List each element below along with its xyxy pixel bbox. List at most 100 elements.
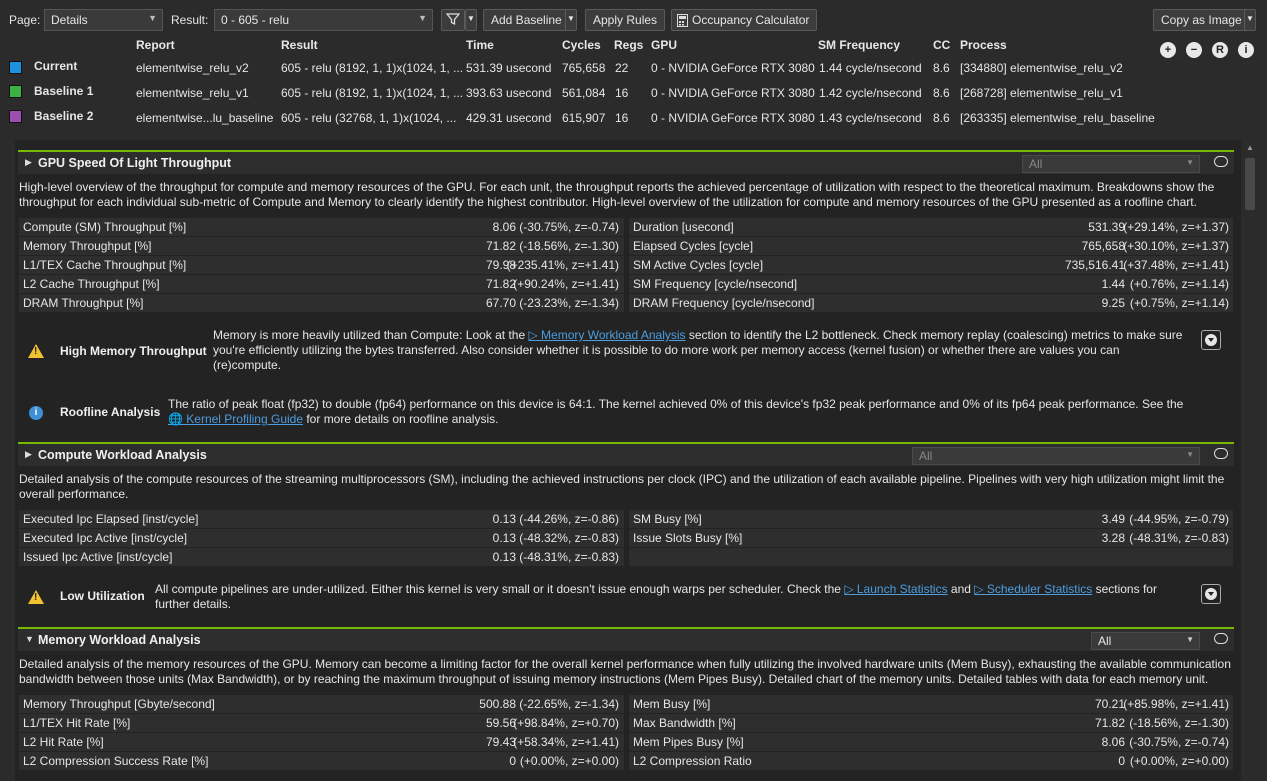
metric-name: L2 Compression Success Rate [%] [23, 754, 209, 768]
section-title: GPU Speed Of Light Throughput [38, 156, 232, 170]
info-button[interactable]: i [1238, 42, 1254, 58]
metric-name: L2 Hit Rate [%] [23, 735, 104, 749]
filter-dropdown-button[interactable]: ▼ [465, 9, 477, 31]
expand-triangle-icon[interactable]: ▼ [25, 634, 34, 644]
metric-name: Elapsed Cycles [cycle] [633, 239, 754, 253]
col-header-result: Result [281, 38, 318, 52]
metric-row: L1/TEX Hit Rate [%] 59.56 (+98.84%, z=+0… [19, 714, 1233, 733]
metric-value: 71.82 [485, 277, 516, 291]
section-title: Compute Workload Analysis [38, 448, 207, 462]
metric-name: Memory Throughput [Gbyte/second] [23, 697, 215, 711]
metric-row: L1/TEX Cache Throughput [%] 79.98 (+235.… [19, 256, 1233, 275]
comment-icon[interactable] [1214, 156, 1228, 167]
apply-rules-button[interactable]: Apply Rules [585, 9, 666, 31]
chevron-down-icon [1205, 588, 1217, 600]
page-label: Page: [9, 13, 41, 27]
metric-value: 70.21 [1094, 697, 1125, 711]
reset-button[interactable]: R [1212, 42, 1228, 58]
collapse-triangle-icon[interactable]: ▶ [25, 157, 32, 168]
result-gpu: 0 - NVIDIA GeForce RTX 3080 [651, 86, 815, 100]
metric-value: 79.43 [485, 735, 516, 749]
section-header-memory[interactable]: ▼ Memory Workload Analysis All ▼ [18, 627, 1234, 651]
remove-result-button[interactable]: − [1186, 42, 1202, 58]
metric-value: 8.06 [492, 220, 516, 234]
col-header-cycles: Cycles [562, 38, 601, 52]
page-select[interactable]: Details ▼ [44, 9, 163, 31]
warning-icon: ! [28, 590, 44, 604]
metric-name: Compute (SM) Throughput [%] [23, 220, 187, 234]
plus-icon: + [1164, 44, 1172, 56]
result-name-baseline-1: Baseline 1 [34, 84, 94, 98]
metric-row: Executed Ipc Active [inst/cycle] 0.13 (-… [19, 529, 1233, 548]
collapse-triangle-icon[interactable]: ▶ [25, 449, 32, 460]
chevron-down-icon [1205, 334, 1217, 346]
metric-value: 71.82 [1094, 716, 1125, 730]
section-header-compute[interactable]: ▶ Compute Workload Analysis All ▼ [18, 442, 1234, 466]
metric-name: L1/TEX Hit Rate [%] [23, 716, 131, 730]
section-filter-value: All [1098, 634, 1112, 648]
rule-title: Roofline Analysis [60, 405, 161, 419]
metric-value: 67.70 [485, 296, 516, 310]
result-result: 605 - relu (8192, 1, 1)x(1024, 1, ... [281, 61, 464, 75]
scrollbar-thumb[interactable] [1245, 158, 1255, 210]
scheduler-statistics-link[interactable]: ▷ Scheduler Statistics [974, 582, 1092, 596]
section-title: Memory Workload Analysis [38, 633, 201, 647]
metric-value: 3.28 [1101, 531, 1125, 545]
metric-delta: (-48.32%, z=-0.83) [519, 531, 619, 545]
occupancy-calculator-button[interactable]: Occupancy Calculator [671, 9, 818, 31]
memory-workload-analysis-link[interactable]: ▷ Memory Workload Analysis [528, 328, 685, 342]
filter-button[interactable] [441, 9, 465, 31]
section-filter-select[interactable]: All ▼ [1022, 155, 1200, 173]
result-gpu: 0 - NVIDIA GeForce RTX 3080 [651, 61, 815, 75]
r-icon: R [1216, 44, 1224, 56]
page-select-value: Details [51, 13, 88, 27]
metric-value: 0 [1118, 754, 1125, 768]
comment-icon[interactable] [1214, 448, 1228, 459]
add-baseline-button[interactable]: Add Baseline [483, 9, 570, 31]
copy-as-image-button[interactable]: Copy as Image [1153, 9, 1250, 31]
info-icon: i [1244, 44, 1248, 56]
result-cc: 8.6 [933, 111, 950, 125]
metric-row: Executed Ipc Elapsed [inst/cycle] 0.13 (… [19, 510, 1233, 529]
metric-delta: (-18.56%, z=-1.30) [519, 239, 619, 253]
section-description: High-level overview of the throughput fo… [19, 180, 1215, 209]
vertical-scrollbar[interactable]: ▲ [1243, 140, 1257, 781]
copy-as-image-dropdown-button[interactable]: ▼ [1244, 9, 1256, 31]
metric-value: 8.06 [1101, 735, 1125, 749]
metric-row: Compute (SM) Throughput [%] 8.06 (-30.75… [19, 218, 1233, 237]
expand-rule-button[interactable] [1201, 584, 1221, 604]
result-result: 605 - relu (32768, 1, 1)x(1024, ... [281, 111, 457, 125]
add-baseline-dropdown-button[interactable]: ▼ [565, 9, 577, 31]
section-header-sol[interactable]: ▶ GPU Speed Of Light Throughput All ▼ [18, 150, 1234, 174]
metric-row: Memory Throughput [Gbyte/second] 500.88 … [19, 695, 1233, 714]
rule-text: Memory is more heavily utilized than Com… [213, 328, 1188, 373]
rule-title: Low Utilization [60, 589, 145, 603]
kernel-profiling-guide-link[interactable]: 🌐 Kernel Profiling Guide [168, 412, 303, 426]
launch-statistics-link[interactable]: ▷ Launch Statistics [844, 582, 947, 596]
result-color-swatch[interactable] [9, 85, 22, 98]
result-sm-frequency: 1.44 cycle/nsecond [819, 61, 922, 75]
result-color-swatch[interactable] [9, 110, 22, 123]
section-filter-select[interactable]: All ▼ [912, 447, 1200, 465]
chevron-down-icon: ▼ [1186, 450, 1194, 459]
metric-delta: (-44.26%, z=-0.86) [519, 512, 619, 526]
rule-text-part: Memory is more heavily utilized than Com… [213, 328, 529, 342]
result-time: 429.31 usecond [466, 111, 552, 125]
result-report: elementwise_relu_v1 [136, 86, 249, 100]
add-result-button[interactable]: + [1160, 42, 1176, 58]
col-header-sm-frequency: SM Frequency [818, 38, 901, 52]
expand-rule-button[interactable] [1201, 330, 1221, 350]
comment-icon[interactable] [1214, 633, 1228, 644]
chevron-down-icon: ▼ [567, 14, 575, 23]
result-select[interactable]: 0 - 605 - relu ▼ [214, 9, 433, 31]
metric-value: 0.13 [492, 531, 516, 545]
result-regs: 22 [615, 61, 629, 75]
metric-delta: (-44.95%, z=-0.79) [1129, 512, 1229, 526]
rule-text-part: for more details on roofline analysis. [303, 412, 499, 426]
result-color-swatch[interactable] [9, 61, 22, 74]
section-filter-select[interactable]: All ▼ [1091, 632, 1200, 650]
scroll-up-icon[interactable]: ▲ [1246, 143, 1254, 152]
metric-delta: (+0.00%, z=+0.00) [1129, 754, 1229, 768]
metric-value: 9.25 [1101, 296, 1125, 310]
warning-icon: ! [28, 344, 44, 358]
